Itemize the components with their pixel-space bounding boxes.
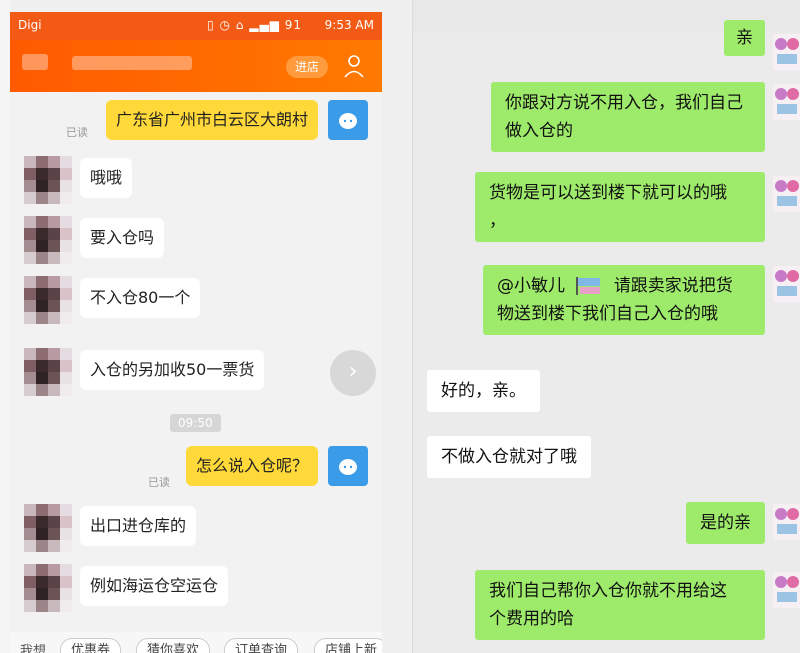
chat-bubble-right: 亲 bbox=[724, 20, 765, 56]
message-bubble: 例如海运仓空运仓 bbox=[80, 566, 229, 606]
chat-message-left: 要入仓吗 bbox=[24, 216, 224, 264]
chat-message-left: 入仓的另加收50一票货 bbox=[24, 348, 304, 396]
battery-label: 91 bbox=[284, 18, 302, 32]
chat-area: 广东省广州市白云区大朗村 已读 哦哦 要入仓吗 不入仓80一个 入仓的另加收50… bbox=[10, 92, 382, 632]
blurred-avatar bbox=[24, 276, 72, 324]
quick-reply-bar: 我想 优惠券 猜你喜欢 订单查询 店铺上新 bbox=[10, 632, 382, 653]
emoji-avatar-icon bbox=[773, 504, 800, 540]
chip-order-query[interactable]: 订单查询 bbox=[224, 638, 299, 653]
message-bubble: 入仓的另加收50一票货 bbox=[80, 350, 265, 390]
left-margin bbox=[0, 0, 10, 653]
status-bar: Digi ▯ ◷ ⌂ ▂▄▆ 91 9:53 AM bbox=[10, 12, 382, 40]
chip-coupon[interactable]: 优惠券 bbox=[60, 638, 122, 653]
blurred-back bbox=[22, 54, 48, 70]
mention-text: @小敏儿 bbox=[497, 276, 565, 296]
ask-label: 我想 bbox=[20, 644, 47, 653]
blurred-avatar bbox=[24, 348, 72, 396]
read-status: 已读 bbox=[66, 126, 88, 139]
status-icons: ▯ ◷ ⌂ ▂▄▆ 91 bbox=[207, 18, 302, 32]
flag-emoji-icon bbox=[576, 277, 601, 295]
chat-message-left: 不入仓80一个 bbox=[24, 276, 244, 324]
chip-recommend[interactable]: 猜你喜欢 bbox=[136, 638, 211, 653]
chat-bubble-left: 好的，亲。 bbox=[427, 370, 540, 412]
blurred-avatar bbox=[24, 216, 72, 264]
message-text: 是的亲 bbox=[700, 513, 751, 533]
emoji-avatar-icon bbox=[773, 266, 800, 302]
status-time: 9:53 AM bbox=[324, 18, 374, 32]
message-line: 个费用的哈 bbox=[489, 609, 574, 629]
chat-message-right: 怎么说入仓呢？ bbox=[148, 446, 368, 488]
robot-avatar-icon bbox=[328, 100, 368, 140]
blurred-avatar bbox=[24, 564, 72, 612]
emoji-avatar-icon bbox=[773, 176, 800, 212]
read-status: 已读 bbox=[148, 476, 170, 489]
chat-bubble-right: 你跟对方说不用入仓，我们自己 做入仓的 bbox=[491, 82, 765, 152]
chat-bubble-right: 我们自己帮你入仓你就不用给这 个费用的哈 bbox=[475, 570, 765, 640]
blurred-avatar bbox=[24, 504, 72, 552]
message-bubble: 哦哦 bbox=[80, 158, 133, 198]
message-bubble: 广东省广州市白云区大朗村 bbox=[105, 100, 318, 140]
message-bubble: 出口进仓库的 bbox=[80, 506, 197, 546]
chat-message-left: 哦哦 bbox=[24, 156, 224, 204]
chat-message-left: 例如海运仓空运仓 bbox=[24, 564, 284, 612]
message-line: 做入仓的 bbox=[505, 121, 573, 141]
time-separator: 09:50 bbox=[170, 414, 221, 432]
next-arrow-icon[interactable]: › bbox=[330, 350, 376, 396]
message-line: @小敏儿 请跟卖家说把货 bbox=[497, 272, 751, 300]
chat-message-right: 广东省广州市白云区大朗村 bbox=[68, 100, 368, 142]
message-line: 我们自己帮你入仓你就不用给这 bbox=[489, 581, 727, 601]
blurred-avatar bbox=[24, 156, 72, 204]
message-line: 货物是可以送到楼下就可以的哦 bbox=[489, 183, 727, 203]
emoji-avatar-icon bbox=[773, 34, 800, 70]
message-text: 亲 bbox=[736, 28, 753, 48]
message-bubble: 怎么说入仓呢？ bbox=[185, 446, 318, 486]
message-line: ， bbox=[489, 211, 506, 231]
chat-bubble-right: @小敏儿 请跟卖家说把货 物送到楼下我们自己入仓的哦 bbox=[483, 265, 765, 335]
phone-screenshot: Digi ▯ ◷ ⌂ ▂▄▆ 91 9:53 AM 进店 广东省广州市白云区大朗… bbox=[10, 12, 382, 653]
carrier-label: Digi bbox=[18, 18, 42, 32]
message-text: 不做入仓就对了哦 bbox=[441, 447, 577, 467]
robot-avatar-icon bbox=[328, 446, 368, 486]
emoji-avatar-icon bbox=[773, 572, 800, 608]
chat-bubble-right: 是的亲 bbox=[686, 502, 765, 544]
message-text: 好的，亲。 bbox=[441, 381, 526, 401]
enter-shop-button[interactable]: 进店 bbox=[286, 56, 328, 78]
chat-message-left: 出口进仓库的 bbox=[24, 504, 244, 552]
message-line: 你跟对方说不用入仓，我们自己 bbox=[505, 93, 743, 113]
message-line: 物送到楼下我们自己入仓的哦 bbox=[497, 304, 718, 324]
desktop-chat: 亲 你跟对方说不用入仓，我们自己 做入仓的 货物是可以送到楼下就可以的哦 ， @… bbox=[412, 0, 800, 653]
message-text: 请跟卖家说把货 bbox=[613, 276, 733, 296]
emoji-avatar-icon bbox=[773, 84, 800, 120]
message-bubble: 要入仓吗 bbox=[80, 218, 165, 258]
blurred-shop-name bbox=[72, 56, 192, 70]
shop-header: 进店 bbox=[10, 40, 382, 92]
chat-bubble-left: 不做入仓就对了哦 bbox=[427, 436, 591, 478]
user-icon[interactable] bbox=[344, 54, 366, 78]
chat-bubble-right: 货物是可以送到楼下就可以的哦 ， bbox=[475, 172, 765, 242]
chip-new-arrivals[interactable]: 店铺上新 bbox=[314, 638, 382, 653]
message-bubble: 不入仓80一个 bbox=[80, 278, 201, 318]
